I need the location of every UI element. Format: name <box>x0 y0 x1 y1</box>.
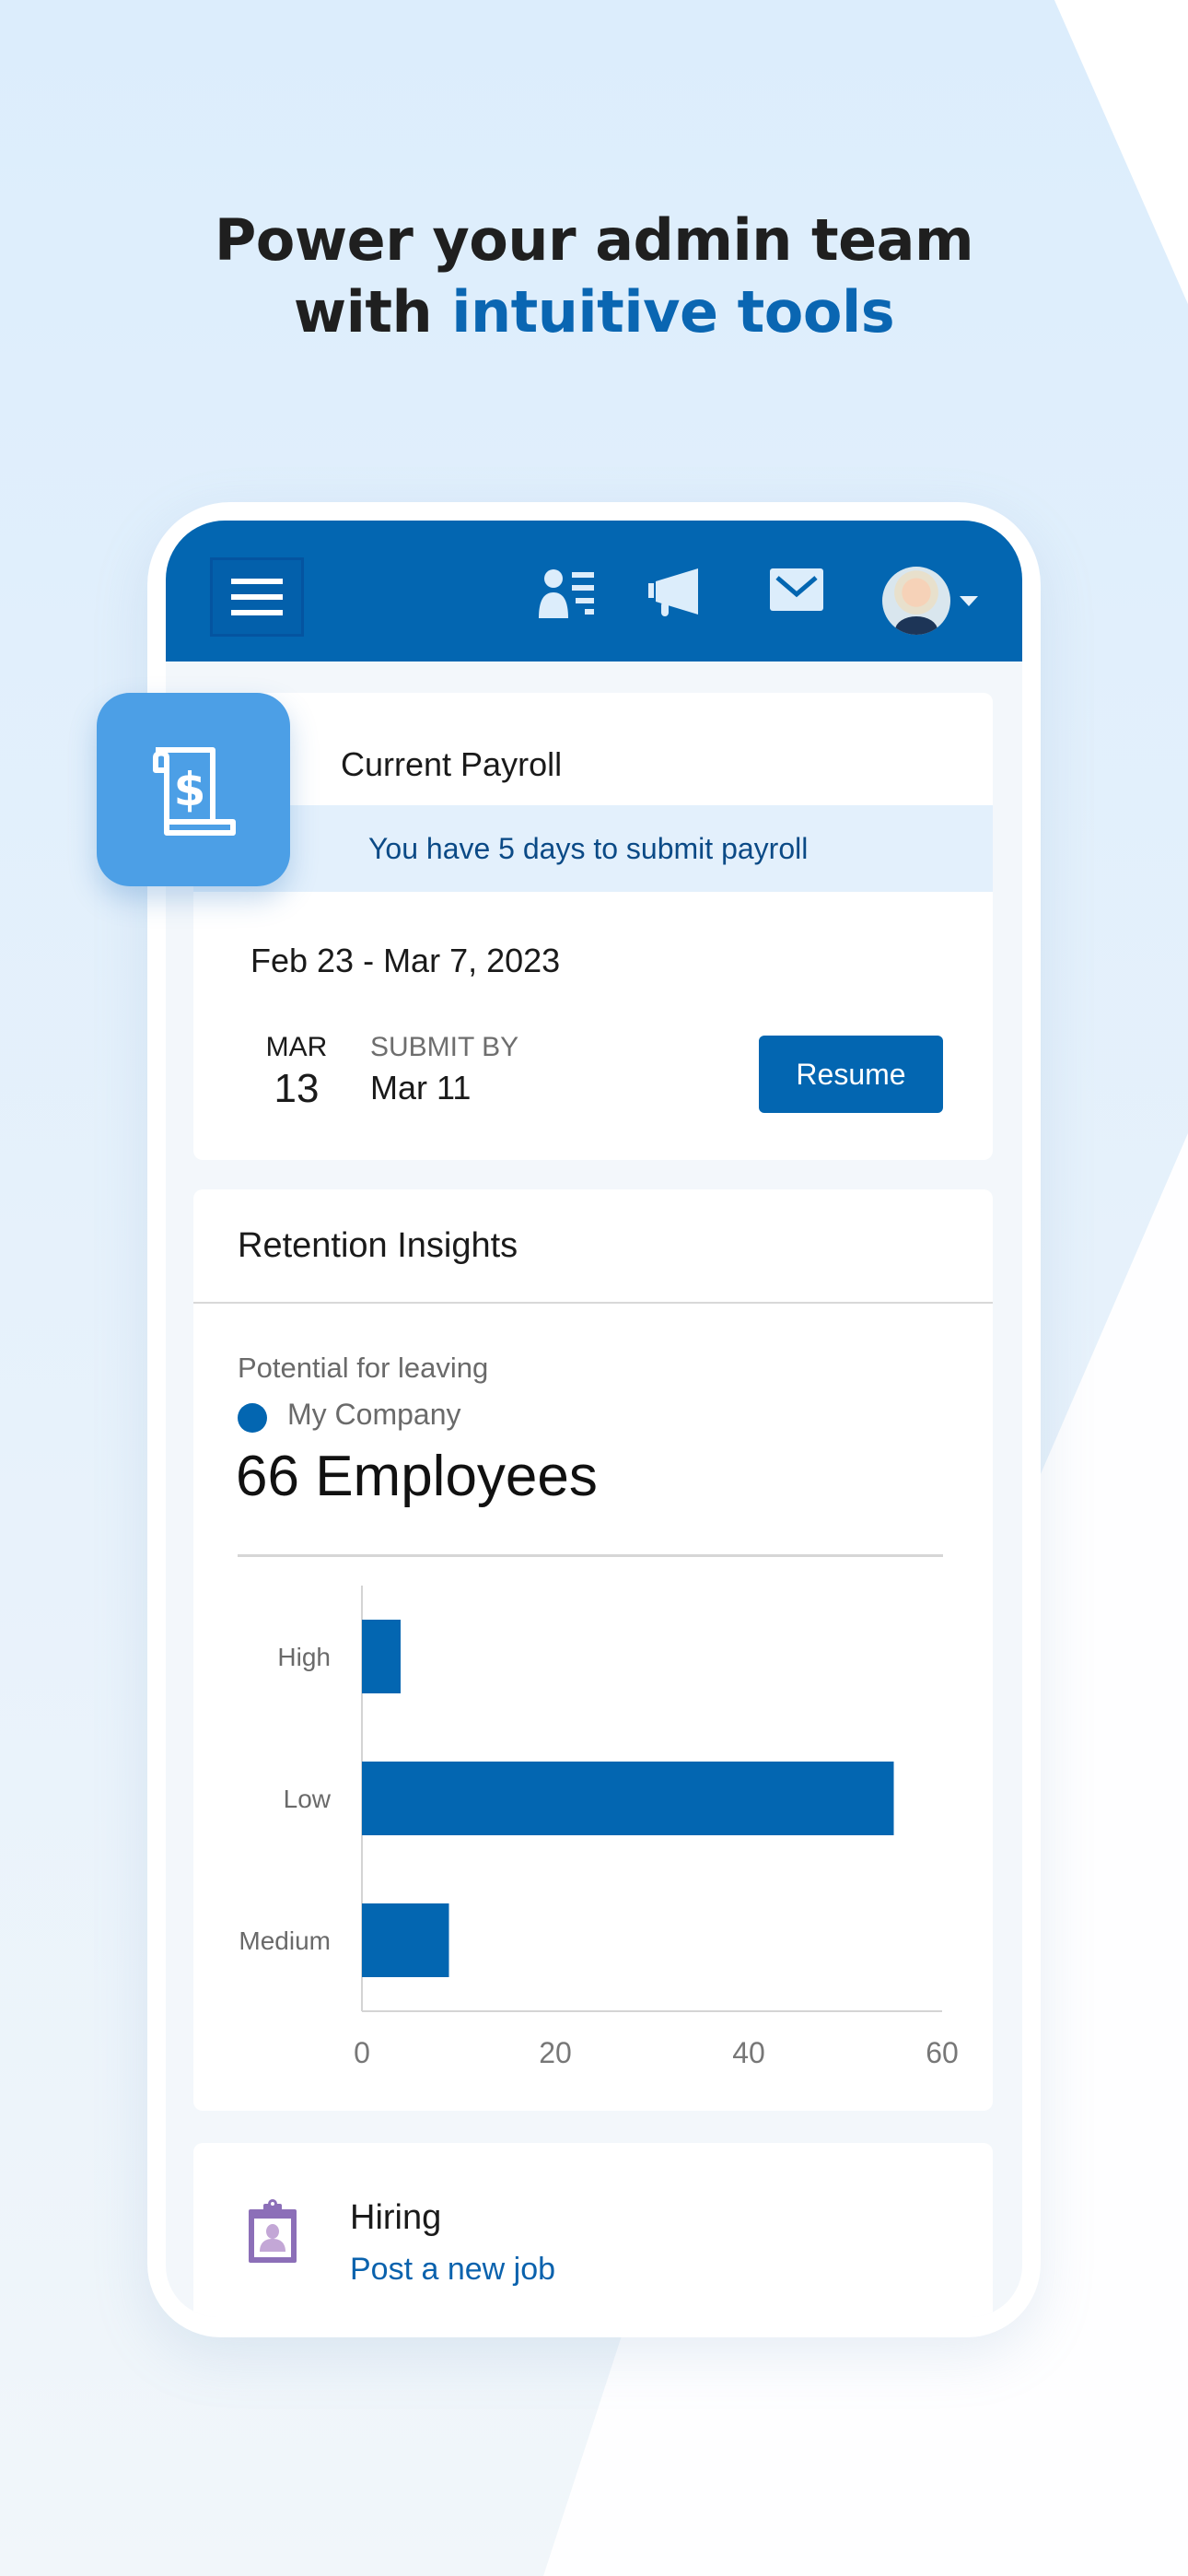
bar-medium <box>362 1903 449 1977</box>
employee-directory-icon[interactable] <box>539 567 598 618</box>
resume-button[interactable]: Resume <box>759 1036 943 1113</box>
current-payroll-card: Current Payroll You have 5 days to submi… <box>193 693 993 1160</box>
menu-icon-bar <box>231 579 283 584</box>
retention-bar-chart: High Low Medium 0 20 40 60 <box>239 1586 959 2069</box>
hiring-card[interactable]: Hiring Post a new job <box>193 2143 993 2317</box>
payroll-deadline-banner: You have 5 days to submit payroll <box>193 805 993 892</box>
mail-icon[interactable] <box>770 568 823 611</box>
clipboard-person-icon <box>249 2199 297 2263</box>
pay-date-month: MAR <box>265 1032 328 1062</box>
divider <box>193 1302 993 1304</box>
legend-dot <box>238 1403 267 1433</box>
payroll-scroll-dollar-icon: $ <box>153 747 236 836</box>
headline-accent: intuitive tools <box>451 278 895 345</box>
retention-subtitle: Potential for leaving <box>238 1352 489 1384</box>
x-tick-label: 40 <box>732 2036 765 2069</box>
caret-down-icon[interactable] <box>960 596 978 606</box>
headline: Power your admin team with intuitive too… <box>0 205 1188 348</box>
legend-label: My Company <box>287 1398 461 1431</box>
megaphone-icon[interactable] <box>645 567 704 618</box>
pay-date-day: 13 <box>274 1066 320 1111</box>
bar-low <box>362 1762 894 1835</box>
hiring-title: Hiring <box>350 2198 442 2237</box>
x-tick-label: 20 <box>539 2036 572 2069</box>
post-new-job-link[interactable]: Post a new job <box>350 2252 555 2288</box>
y-tick-label: Low <box>284 1785 332 1813</box>
menu-icon-bar <box>231 594 283 600</box>
menu-button[interactable] <box>210 557 304 637</box>
retention-insights-card: Retention Insights Potential for leaving… <box>193 1189 993 2111</box>
x-tick-label: 0 <box>354 2036 370 2069</box>
payroll-badge: $ <box>97 693 290 886</box>
headline-line-2: with intuitive tools <box>0 276 1188 348</box>
submit-by-date: Mar 11 <box>370 1069 472 1107</box>
user-avatar[interactable] <box>882 567 950 635</box>
retention-title: Retention Insights <box>238 1226 518 1265</box>
employee-count: 66 Employees <box>236 1445 598 1508</box>
menu-icon-bar <box>231 610 283 615</box>
headline-line-1: Power your admin team <box>214 206 974 274</box>
divider <box>238 1554 943 1557</box>
bar-high <box>362 1620 401 1693</box>
top-nav-bar <box>166 521 1022 662</box>
pay-period: Feb 23 - Mar 7, 2023 <box>250 942 561 979</box>
svg-text:$: $ <box>174 763 206 816</box>
submit-by-label: SUBMIT BY <box>370 1032 519 1062</box>
x-tick-label: 60 <box>926 2036 959 2069</box>
payroll-title: Current Payroll <box>341 745 563 783</box>
headline-prefix: with <box>293 278 452 345</box>
y-tick-label: Medium <box>239 1926 331 1955</box>
y-tick-label: High <box>277 1643 331 1671</box>
app-screen: Current Payroll You have 5 days to submi… <box>166 521 1022 2317</box>
